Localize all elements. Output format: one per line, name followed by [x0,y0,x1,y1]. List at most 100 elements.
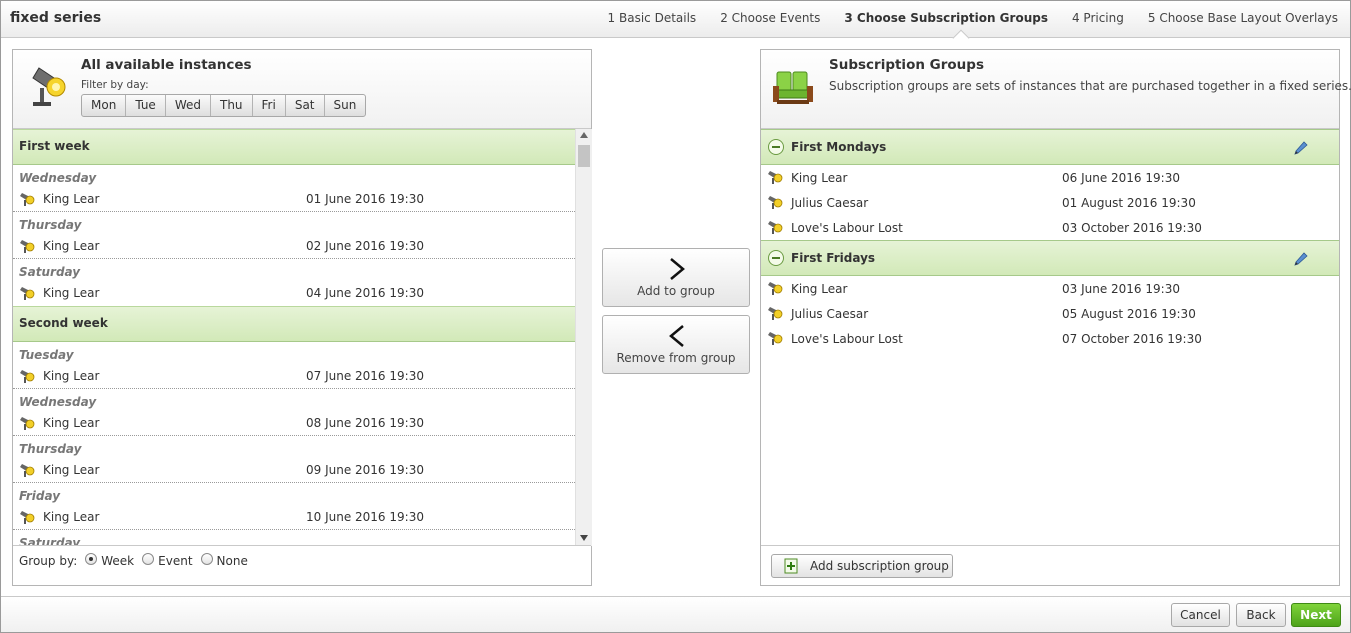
instance-event: King Lear [43,463,100,477]
day-filter-fri[interactable]: Fri [253,95,286,116]
subscription-groups-list: First Mondays King Lear 06 June 2016 19:… [761,129,1339,351]
group-header-first-fridays[interactable]: First Fridays [761,240,1339,276]
group-row-date: 03 June 2016 19:30 [1062,282,1180,296]
day-filter-sat[interactable]: Sat [286,95,325,116]
day-filter-tue[interactable]: Tue [126,95,166,116]
instance-date: 02 June 2016 19:30 [306,239,424,253]
instance-event: King Lear [43,286,100,300]
instance-date: 08 June 2016 19:30 [306,416,424,430]
step-choose-subscription-groups[interactable]: 3 Choose Subscription Groups [844,11,1048,25]
chevron-left-icon [669,325,684,347]
group-row-event: Love's Labour Lost [791,221,903,235]
chevron-right-icon [670,258,685,280]
instance-event: King Lear [43,369,100,383]
day-name: Thursday [19,218,82,232]
pencil-icon[interactable] [1293,250,1309,266]
header-bar: fixed series 1 Basic Details 2 Choose Ev… [1,1,1350,38]
add-subscription-group-button[interactable]: Add subscription group [771,554,953,578]
day-filter-wed[interactable]: Wed [166,95,211,116]
week-header[interactable]: Second week [13,306,575,342]
spotlight-icon [768,196,783,209]
group-row[interactable]: King Lear 06 June 2016 19:30 [761,165,1339,190]
instance-date: 09 June 2016 19:30 [306,463,424,477]
spotlight-icon [20,511,35,524]
remove-from-group-label: Remove from group [616,351,736,365]
group-row[interactable]: King Lear 03 June 2016 19:30 [761,276,1339,301]
wizard-title: fixed series [10,10,102,26]
day-name: Wednesday [19,171,97,185]
instance-list: First week Wednesday King Lear 01 June 2… [13,129,575,546]
list-item[interactable]: Saturday King Lear 04 June 2016 19:30 [13,259,575,306]
scroll-up-arrow-icon[interactable] [580,132,588,138]
add-subscription-group-label: Add subscription group [810,559,949,573]
instance-date: 01 June 2016 19:30 [306,192,424,206]
step-choose-events[interactable]: 2 Choose Events [720,11,820,25]
group-by-footer: Group by: Week Event None [13,545,591,585]
wizard-footer: Cancel Back Next [1,596,1350,632]
group-by-event-radio[interactable] [142,553,155,565]
list-item[interactable]: Saturday [13,530,575,546]
add-to-group-label: Add to group [637,284,715,298]
cancel-button[interactable]: Cancel [1171,603,1230,627]
spotlight-icon [20,193,35,206]
subscription-groups-footer: Add subscription group [761,545,1339,585]
collapse-icon[interactable] [768,250,784,266]
group-by-none-label[interactable]: None [217,554,248,568]
list-item[interactable]: Friday King Lear 10 June 2016 19:30 [13,483,575,530]
subscription-groups-description: Subscription groups are sets of instance… [829,79,1351,93]
remove-from-group-button[interactable]: Remove from group [602,315,750,374]
group-row[interactable]: Love's Labour Lost 03 October 2016 19:30 [761,215,1339,240]
subscription-groups-panel: Subscription Groups Subscription groups … [760,49,1351,586]
group-by-event-label[interactable]: Event [158,554,192,568]
instances-title: All available instances [81,57,252,73]
list-item[interactable]: Wednesday King Lear 08 June 2016 19:30 [13,389,575,436]
day-name: Tuesday [19,348,74,362]
spotlight-icon [768,171,783,184]
group-row-date: 03 October 2016 19:30 [1062,221,1202,235]
add-to-group-button[interactable]: Add to group [602,248,750,307]
group-name: First Mondays [791,140,887,154]
group-row-date: 01 August 2016 19:30 [1062,196,1196,210]
day-filter-mon[interactable]: Mon [82,95,127,116]
day-filter-sun[interactable]: Sun [325,95,366,116]
step-nav: 1 Basic Details 2 Choose Events 3 Choose… [584,11,1338,25]
instances-panel-header: All available instances Filter by day: M… [13,50,591,129]
group-name: First Fridays [791,251,876,265]
step-basic-details[interactable]: 1 Basic Details [608,11,697,25]
collapse-icon[interactable] [768,139,784,155]
theatre-seats-icon [773,71,813,104]
step-pricing[interactable]: 4 Pricing [1072,11,1124,25]
group-header-first-mondays[interactable]: First Mondays [761,129,1339,165]
group-by-week-radio[interactable] [85,553,98,565]
subscription-groups-header: Subscription Groups Subscription groups … [761,50,1351,129]
group-row-event: King Lear [791,171,848,185]
list-item[interactable]: Tuesday King Lear 07 June 2016 19:30 [13,342,575,389]
spotlight-icon [20,370,35,383]
group-by-label: Group by: [19,554,78,568]
list-item[interactable]: Wednesday King Lear 01 June 2016 19:30 [13,165,575,212]
group-row-event: Julius Caesar [791,307,869,321]
group-row[interactable]: Love's Labour Lost 07 October 2016 19:30 [761,326,1339,351]
instance-list-scrollbar[interactable] [575,129,592,546]
instances-panel: All available instances Filter by day: M… [12,49,592,586]
group-row[interactable]: Julius Caesar 05 August 2016 19:30 [761,301,1339,326]
spotlight-icon [20,240,35,253]
scroll-thumb[interactable] [578,145,590,167]
scroll-down-arrow-icon[interactable] [580,535,588,541]
pencil-icon[interactable] [1293,139,1309,155]
list-item[interactable]: Thursday King Lear 02 June 2016 19:30 [13,212,575,259]
group-by-week-label[interactable]: Week [101,554,134,568]
list-item[interactable]: Thursday King Lear 09 June 2016 19:30 [13,436,575,483]
wizard-window: fixed series 1 Basic Details 2 Choose Ev… [0,0,1351,633]
spotlight-icon [20,417,35,430]
day-filter-thu[interactable]: Thu [211,95,253,116]
step-choose-base-layout-overlays[interactable]: 5 Choose Base Layout Overlays [1148,11,1338,25]
group-by-none-radio[interactable] [200,553,213,565]
week-header[interactable]: First week [13,129,575,165]
next-button[interactable]: Next [1291,603,1341,627]
day-filter-bar: Mon Tue Wed Thu Fri Sat Sun [81,94,367,117]
instance-event: King Lear [43,239,100,253]
spotlight-icon [20,287,35,300]
group-row[interactable]: Julius Caesar 01 August 2016 19:30 [761,190,1339,215]
back-button[interactable]: Back [1236,603,1286,627]
